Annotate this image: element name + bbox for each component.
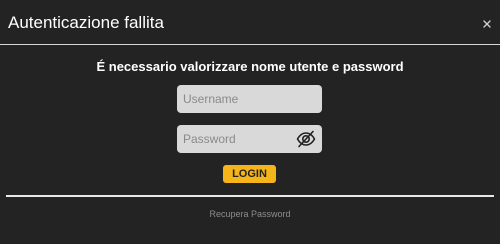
password-field-container [177,125,322,153]
eye-slash-icon[interactable] [296,129,316,149]
header-divider [0,44,500,45]
username-input[interactable] [177,85,322,113]
login-button[interactable]: LOGIN [223,165,276,183]
dialog-title: Autenticazione fallita [8,13,164,32]
error-message: É necessario valorizzare nome utente e p… [96,59,404,74]
footer-divider [6,195,494,197]
username-field-container [177,85,322,113]
recover-password-link[interactable]: Recupera Password [0,209,500,219]
close-icon[interactable] [482,16,492,28]
login-dialog: Autenticazione fallita É necessario valo… [0,0,500,244]
dialog-header: Autenticazione fallita [0,0,500,44]
